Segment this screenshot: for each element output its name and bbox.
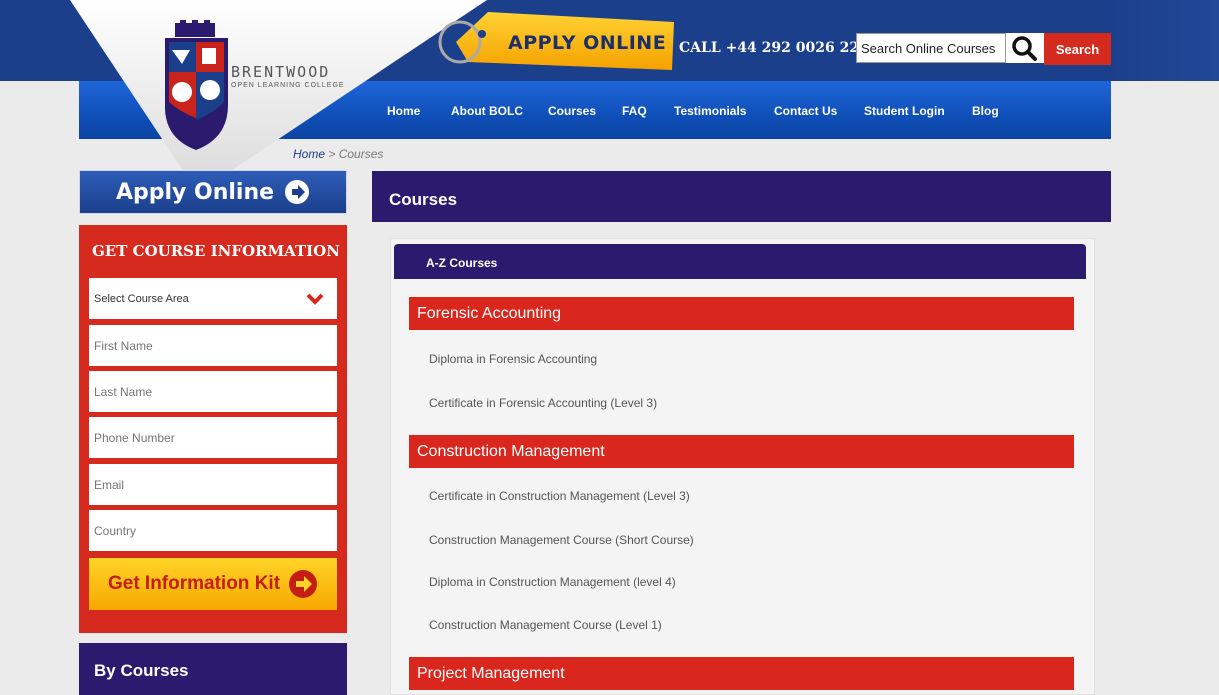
apply-online-button[interactable]: Apply Online	[79, 170, 347, 214]
get-information-kit-button[interactable]: Get Information Kit	[89, 558, 337, 610]
info-kit-label: Get Information Kit	[107, 573, 281, 594]
last-name-field[interactable]	[89, 371, 337, 412]
search-icon[interactable]	[1006, 33, 1044, 63]
apply-online-tag-label[interactable]: APPLY ONLINE	[508, 32, 666, 54]
course-link[interactable]: Diploma in Forensic Accounting	[429, 352, 597, 366]
nav-blog[interactable]: Blog	[972, 104, 999, 118]
nav-student-login[interactable]: Student Login	[864, 104, 945, 118]
category-project-management: Project Management	[409, 657, 1074, 690]
college-crest-icon	[164, 20, 228, 150]
nav-contact-us[interactable]: Contact Us	[774, 104, 837, 118]
logo-name: BRENTWOOD	[231, 63, 331, 81]
course-link[interactable]: Diploma in Construction Management (leve…	[429, 575, 676, 589]
breadcrumb-separator: >	[328, 147, 336, 161]
country-field[interactable]	[89, 510, 337, 551]
category-forensic-accounting: Forensic Accounting	[409, 297, 1074, 330]
breadcrumb-current: Courses	[338, 147, 384, 161]
nav-testimonials[interactable]: Testimonials	[674, 104, 746, 118]
arrow-right-icon	[285, 180, 310, 204]
phone-number-field[interactable]	[89, 417, 337, 458]
arrow-right-icon	[289, 570, 318, 598]
nav-faq[interactable]: FAQ	[622, 104, 647, 118]
course-info-form: GET COURSE INFORMATION Select Course Are…	[79, 225, 347, 633]
nav-about-bolc[interactable]: About BOLC	[451, 104, 523, 118]
logo-tagline: OPEN LEARNING COLLEGE	[231, 82, 345, 89]
by-courses-heading: By Courses	[79, 643, 347, 695]
course-link[interactable]: Certificate in Construction Management (…	[429, 489, 690, 503]
search-input[interactable]	[856, 33, 1006, 63]
info-form-title: GET COURSE INFORMATION	[92, 242, 340, 260]
category-construction-management: Construction Management	[409, 435, 1074, 468]
apply-online-label: Apply Online	[115, 179, 275, 205]
course-area-select-value: Select Course Area	[94, 292, 189, 305]
course-link[interactable]: Construction Management Course (Level 1)	[429, 618, 662, 632]
email-field[interactable]	[89, 464, 337, 505]
course-area-select[interactable]: Select Course Area	[89, 278, 337, 319]
nav-courses[interactable]: Courses	[548, 104, 596, 118]
tab-a-z-courses[interactable]: A-Z Courses	[394, 244, 1086, 279]
search-button[interactable]: Search	[1044, 33, 1111, 65]
course-link[interactable]: Certificate in Forensic Accounting (Leve…	[429, 396, 657, 410]
page-title: Courses	[372, 171, 1111, 222]
breadcrumb: Home > Courses	[293, 147, 383, 161]
first-name-field[interactable]	[89, 325, 337, 366]
phone-number: CALL +44 292 0026 229	[679, 40, 869, 56]
course-link[interactable]: Construction Management Course (Short Co…	[429, 533, 694, 547]
breadcrumb-home[interactable]: Home	[293, 147, 325, 161]
chevron-down-icon	[306, 293, 324, 305]
nav-home[interactable]: Home	[387, 104, 420, 118]
